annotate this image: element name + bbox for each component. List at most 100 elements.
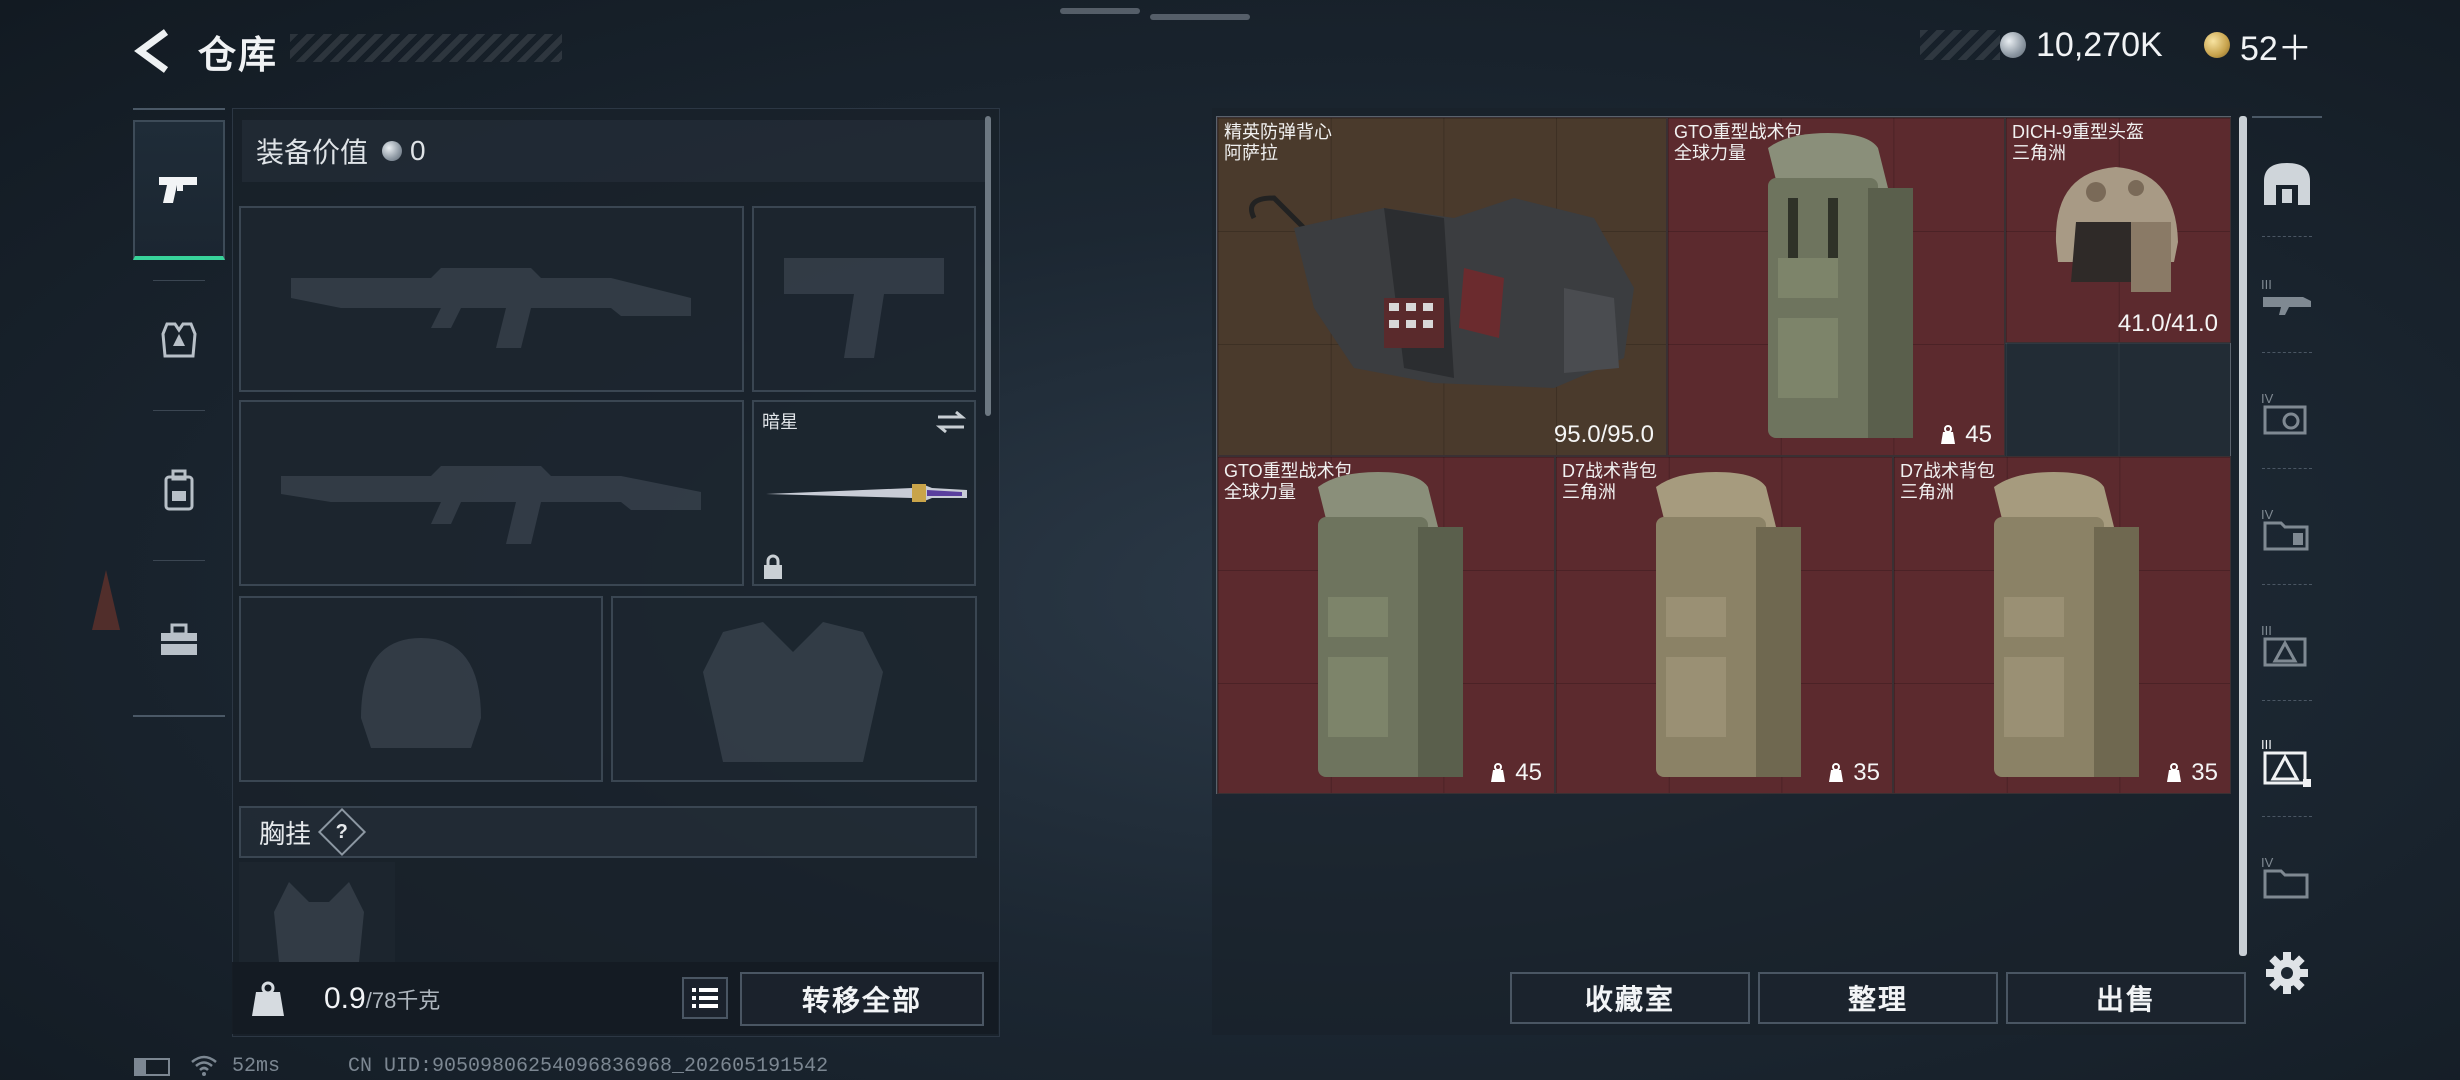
silver-amount: 10,270K xyxy=(2036,25,2163,64)
swap-icon[interactable] xyxy=(936,410,966,434)
rail-item-toolbox[interactable] xyxy=(133,570,225,710)
sort-button[interactable]: 整理 xyxy=(1758,972,1998,1024)
help-label: ? xyxy=(335,820,349,843)
category-rail xyxy=(133,108,225,717)
lock-icon xyxy=(764,554,782,579)
stash-item[interactable]: D7战术背包 三角洲 35 xyxy=(1893,456,2231,794)
sidearm-slot[interactable] xyxy=(752,206,976,392)
vest-silhouette-icon xyxy=(703,622,883,762)
silver-coin-icon xyxy=(382,141,403,161)
stash-scrollbar[interactable] xyxy=(2239,116,2247,956)
loadout-scrollbar[interactable] xyxy=(985,116,991,416)
item-capacity: 45 xyxy=(1489,759,1542,787)
page-title: 仓库 xyxy=(198,35,279,77)
side-tab-6-active[interactable]: III xyxy=(2252,706,2322,816)
chest-rig-header: 胸挂 ? xyxy=(239,806,977,858)
helmet-image xyxy=(2055,167,2178,292)
stash-item[interactable]: GTO重型战术包 全球力量 45 xyxy=(1667,117,2005,456)
side-tab-5[interactable]: III xyxy=(2252,590,2322,700)
tier-iii-warning-active-icon: III xyxy=(2261,737,2311,787)
equipment-value-label: 装备价值 xyxy=(256,137,369,168)
backpack-icon xyxy=(164,469,194,511)
armor-vest-image xyxy=(1249,195,1634,388)
collection-button[interactable]: 收藏室 xyxy=(1510,972,1750,1024)
svg-text:IV: IV xyxy=(2261,507,2274,522)
backpack-image xyxy=(1656,472,1801,777)
wifi-icon xyxy=(191,1055,217,1076)
melee-slot[interactable]: 暗星 xyxy=(752,400,976,586)
rail-item-armor[interactable] xyxy=(133,270,225,410)
rail-item-backpack[interactable] xyxy=(133,420,225,560)
side-tab-2[interactable]: III xyxy=(2252,242,2322,352)
toolbox-icon xyxy=(161,623,197,655)
backpack-image xyxy=(1768,133,1913,438)
melee-name: 暗星 xyxy=(762,412,798,432)
item-name: 精英防弹背心 阿萨拉 xyxy=(1224,122,1332,163)
svg-text:III: III xyxy=(2261,277,2272,292)
list-view-button[interactable] xyxy=(682,977,728,1019)
ping-readout: 52ms xyxy=(232,1055,281,1078)
tier-iii-rifle-icon: III xyxy=(2261,277,2311,315)
knife-image xyxy=(766,484,967,502)
svg-text:III: III xyxy=(2261,737,2272,752)
help-button[interactable]: ? xyxy=(317,807,367,857)
transfer-all-button[interactable]: 转移全部 xyxy=(740,972,984,1026)
svg-text:IV: IV xyxy=(2261,855,2274,870)
tier-iii-warning-icon: III xyxy=(2261,623,2307,667)
rail-item-weapons[interactable] xyxy=(133,120,225,260)
capacity-icon xyxy=(1491,763,1506,782)
stash-item[interactable]: D7战术背包 三角洲 35 xyxy=(1555,456,1893,794)
vest-icon xyxy=(161,322,197,358)
stash-home-icon xyxy=(2264,163,2310,205)
currency-decoration xyxy=(1920,30,2000,60)
chest-rig-silhouette-icon xyxy=(274,882,364,962)
stash-page-tabs: III IV IV III III IV xyxy=(2252,116,2322,958)
back-button[interactable] xyxy=(130,26,180,76)
side-tab-7[interactable]: IV xyxy=(2252,822,2322,932)
rifle-silhouette-icon xyxy=(281,466,701,544)
chest-rig-slot[interactable] xyxy=(239,862,395,962)
item-capacity: 35 xyxy=(2165,759,2218,787)
stash-item[interactable]: DICH-9重型头盔 三角洲 41.0/41.0 xyxy=(2005,117,2231,343)
secondary-weapon-slot[interactable] xyxy=(239,400,744,586)
silver-currency: 10,270K xyxy=(2000,26,2163,64)
tier-iv-folder-icon: IV xyxy=(2261,507,2309,551)
tier-iv-gear-icon: IV xyxy=(2261,391,2307,435)
settings-icon xyxy=(2266,952,2308,994)
pistol-icon xyxy=(159,177,197,203)
title-decoration xyxy=(290,34,562,62)
item-capacity: 35 xyxy=(1827,759,1880,787)
item-durability: 41.0/41.0 xyxy=(2117,310,2218,337)
primary-weapon-slot[interactable] xyxy=(239,206,744,392)
item-capacity: 45 xyxy=(1939,421,1992,449)
capacity-icon xyxy=(2167,763,2182,782)
backpack-image xyxy=(1318,472,1463,777)
tier-iv-folder-2-icon: IV xyxy=(2261,855,2309,899)
svg-text:IV: IV xyxy=(2261,391,2274,406)
pistol-silhouette-icon xyxy=(784,258,944,358)
helmet-slot[interactable] xyxy=(239,596,603,782)
capacity-icon xyxy=(1941,425,1956,444)
weight-icon xyxy=(252,981,284,1016)
list-icon xyxy=(692,988,718,1008)
side-tab-home[interactable] xyxy=(2252,128,2322,238)
back-arrow-icon xyxy=(134,29,169,73)
weight-max: /78千克 xyxy=(365,988,441,1013)
stash-grid: 精英防弹背心 阿萨拉 95.0/95.0 GTO重型战术包 全球力量 45 DICH… xyxy=(1216,116,2231,794)
silver-coin-icon xyxy=(2000,32,2026,58)
helmet-silhouette-icon xyxy=(361,638,481,748)
stash-item[interactable]: 精英防弹背心 阿萨拉 95.0/95.0 xyxy=(1217,117,1667,456)
equipment-value-bar: 装备价值 0 xyxy=(242,120,986,182)
side-tab-4[interactable]: IV xyxy=(2252,474,2322,584)
weight-current: 0.9 xyxy=(324,982,366,1015)
body-armor-slot[interactable] xyxy=(611,596,977,782)
backpack-image xyxy=(1994,472,2139,777)
weight-readout: 0.9/78千克 xyxy=(324,982,440,1016)
sell-button[interactable]: 出售 xyxy=(2006,972,2246,1024)
side-tab-3[interactable]: IV xyxy=(2252,358,2322,468)
svg-text:III: III xyxy=(2261,623,2272,638)
settings-button[interactable] xyxy=(2264,950,2310,996)
gold-currency[interactable]: 52＋ xyxy=(2204,26,2312,68)
gold-amount: 52＋ xyxy=(2240,29,2312,68)
stash-item[interactable]: GTO重型战术包 全球力量 45 xyxy=(1217,456,1555,794)
